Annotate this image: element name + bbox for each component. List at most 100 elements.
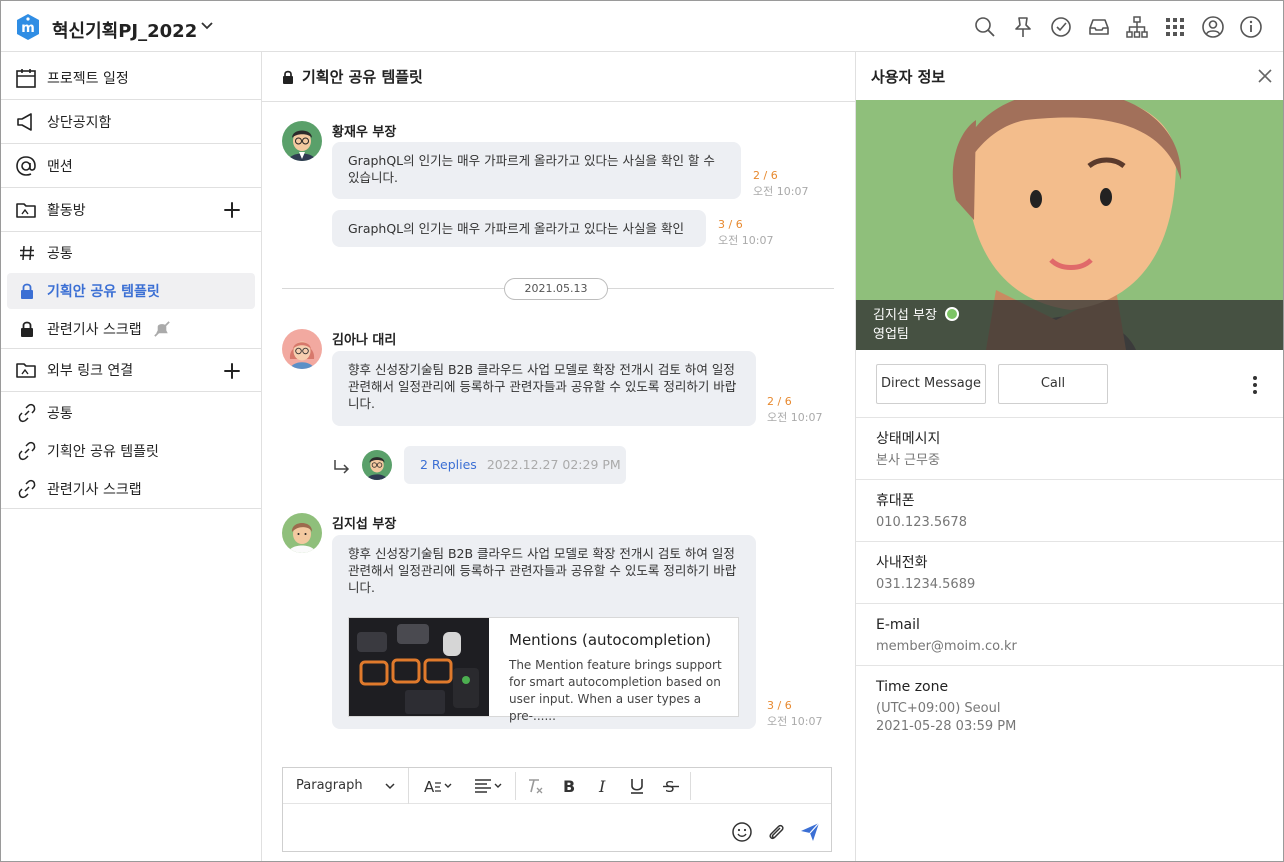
apps-grid-icon[interactable] bbox=[1163, 15, 1187, 39]
sidebar-item-schedule[interactable]: 프로젝트 일정 bbox=[1, 56, 261, 100]
lock-icon bbox=[283, 70, 293, 84]
close-icon[interactable] bbox=[1257, 68, 1273, 84]
message-bubble[interactable]: GraphQL의 인기는 매우 가파르게 올라가고 있다는 사실을 확인 bbox=[332, 210, 706, 247]
message-time: 오전 10:07 bbox=[753, 185, 809, 198]
sidebar-link-articles[interactable]: 관련기사 스크랩 bbox=[7, 471, 255, 507]
sidebar-item-notice[interactable]: 상단공지함 bbox=[1, 100, 261, 144]
at-sign-icon bbox=[16, 155, 36, 176]
info-icon[interactable] bbox=[1239, 15, 1263, 39]
channel-header: 기획안 공유 템플릿 bbox=[262, 52, 855, 102]
read-count: 3 / 6 bbox=[718, 218, 743, 231]
user-info-panel: 사용자 정보 김지섭 부장 영업팀 Direct Message Call 상태… bbox=[855, 52, 1283, 861]
top-icon-bar bbox=[973, 15, 1263, 39]
link-icon bbox=[18, 403, 36, 423]
paragraph-select-label: Paragraph bbox=[296, 778, 363, 793]
field-value: 본사 근무중 bbox=[876, 453, 940, 468]
user-circle-icon[interactable] bbox=[1201, 15, 1225, 39]
underline-icon bbox=[631, 778, 643, 794]
underline-button[interactable] bbox=[620, 768, 654, 804]
avatar[interactable] bbox=[282, 121, 322, 161]
sidebar-section-links[interactable]: 외부 링크 연결 bbox=[1, 348, 261, 392]
profile-overlay: 김지섭 부장 영업팀 bbox=[856, 300, 1283, 350]
add-link-icon[interactable] bbox=[221, 360, 243, 382]
sidebar-item-label: 기획안 공유 템플릿 bbox=[47, 444, 159, 460]
field-value: member@moim.co.kr bbox=[876, 639, 1017, 654]
search-icon[interactable] bbox=[973, 15, 997, 39]
sidebar-item-label: 상단공지함 bbox=[47, 114, 112, 131]
emoji-icon[interactable] bbox=[731, 821, 753, 843]
field-value: 031.1234.5689 bbox=[876, 577, 976, 592]
direct-message-button[interactable]: Direct Message bbox=[876, 364, 986, 404]
message-bubble[interactable]: GraphQL의 인기는 매우 가파르게 올라가고 있다는 사실을 확인 할 수… bbox=[332, 142, 741, 199]
field-label: 상태메시지 bbox=[876, 431, 941, 447]
font-size-icon: A bbox=[424, 778, 452, 795]
avatar[interactable] bbox=[282, 513, 322, 553]
sidebar-section-label: 활동방 bbox=[47, 202, 86, 219]
message-author[interactable]: 황재우 부장 bbox=[332, 121, 396, 140]
font-size-button[interactable]: A bbox=[413, 768, 465, 804]
pin-icon[interactable] bbox=[1011, 15, 1035, 39]
field-email: E-mail member@moim.co.kr bbox=[856, 603, 1283, 665]
field-value: (UTC+09:00) Seoul bbox=[876, 701, 1001, 716]
field-label: Time zone bbox=[876, 679, 949, 695]
message-bubble[interactable]: 향후 신성장기술팀 B2B 클라우드 사업 모델로 확장 전개시 검토 하여 일… bbox=[332, 351, 756, 426]
avatar[interactable] bbox=[282, 329, 322, 369]
sidebar-item-label: 기획안 공유 템플릿 bbox=[47, 284, 160, 300]
message-text: 향후 신성장기술팀 B2B 클라우드 사업 모델로 확장 전개시 검토 하여 일… bbox=[348, 546, 737, 595]
paragraph-select[interactable]: Paragraph bbox=[283, 767, 409, 804]
sidebar-room-common[interactable]: 공통 bbox=[7, 235, 255, 271]
lock-icon bbox=[21, 283, 33, 299]
sidebar-link-common[interactable]: 공통 bbox=[7, 395, 255, 431]
attachment-icon[interactable] bbox=[765, 821, 787, 843]
link-icon bbox=[18, 479, 36, 499]
message-meta: 3 / 6 오전 10:07 bbox=[718, 217, 773, 249]
inbox-icon[interactable] bbox=[1087, 15, 1111, 39]
bold-button[interactable]: B bbox=[552, 768, 586, 804]
message-bubble[interactable]: 향후 신성장기술팀 B2B 클라우드 사업 모델로 확장 전개시 검토 하여 일… bbox=[332, 535, 756, 729]
thread-replies-button[interactable]: 2 Replies 2022.12.27 02:29 PM bbox=[404, 446, 626, 484]
field-label: 사내전화 bbox=[876, 555, 928, 571]
top-bar: m 혁신기획PJ_2022 bbox=[1, 1, 1283, 52]
app-window: m 혁신기획PJ_2022 프로젝트 일정 상단공지함 맨션 활동방 공통 기획… bbox=[0, 0, 1284, 862]
lock-icon bbox=[21, 321, 33, 337]
check-circle-icon[interactable] bbox=[1049, 15, 1073, 39]
megaphone-icon bbox=[17, 112, 32, 131]
org-chart-icon[interactable] bbox=[1125, 15, 1149, 39]
sidebar-link-template[interactable]: 기획안 공유 템플릿 bbox=[7, 433, 255, 469]
align-left-icon bbox=[475, 778, 502, 793]
svg-text:A: A bbox=[424, 778, 435, 795]
message-author[interactable]: 김아나 대리 bbox=[332, 329, 396, 348]
app-logo-icon[interactable]: m bbox=[15, 13, 41, 41]
sidebar-item-label: 공통 bbox=[47, 246, 73, 262]
clear-format-button[interactable] bbox=[518, 768, 552, 804]
more-vertical-icon[interactable] bbox=[1245, 374, 1265, 396]
sidebar-room-template[interactable]: 기획안 공유 템플릿 bbox=[7, 273, 255, 309]
message-text: 향후 신성장기술팀 B2B 클라우드 사업 모델로 확장 전개시 검토 하여 일… bbox=[348, 362, 737, 411]
sidebar-section-rooms[interactable]: 활동방 bbox=[1, 188, 261, 232]
message-meta: 2 / 6 오전 10:07 bbox=[767, 394, 822, 426]
workspace-title[interactable]: 혁신기획PJ_2022 bbox=[52, 17, 197, 43]
italic-button[interactable]: I bbox=[586, 768, 620, 804]
add-room-icon[interactable] bbox=[221, 199, 243, 221]
channel-panel: 기획안 공유 템플릿 황재우 부장 GraphQL의 인기는 매우 가파르게 올… bbox=[262, 52, 855, 861]
sidebar-room-articles[interactable]: 관련기사 스크랩 bbox=[7, 311, 255, 347]
sidebar-item-mention[interactable]: 맨션 bbox=[1, 144, 261, 188]
message-time: 오전 10:07 bbox=[767, 715, 823, 728]
align-button[interactable] bbox=[465, 768, 513, 804]
editor-actions bbox=[731, 821, 821, 843]
field-office-phone: 사내전화 031.1234.5689 bbox=[856, 541, 1283, 603]
calendar-icon bbox=[16, 68, 36, 88]
sidebar-divider bbox=[1, 508, 261, 509]
chevron-down-icon bbox=[385, 782, 395, 789]
profile-photo: 김지섭 부장 영업팀 bbox=[856, 100, 1283, 350]
chevron-down-icon[interactable] bbox=[199, 18, 215, 34]
read-count: 2 / 6 bbox=[753, 169, 778, 182]
avatar[interactable] bbox=[362, 450, 392, 480]
send-icon[interactable] bbox=[799, 821, 821, 843]
message-text: GraphQL의 인기는 매우 가파르게 올라가고 있다는 사실을 확인 bbox=[348, 221, 684, 236]
call-button[interactable]: Call bbox=[998, 364, 1108, 404]
strikethrough-button[interactable]: S bbox=[654, 768, 688, 804]
link-preview-card[interactable]: Mentions (autocompletion) The Mention fe… bbox=[348, 617, 739, 723]
message-author[interactable]: 김지섭 부장 bbox=[332, 513, 396, 532]
clear-format-icon bbox=[529, 778, 543, 793]
